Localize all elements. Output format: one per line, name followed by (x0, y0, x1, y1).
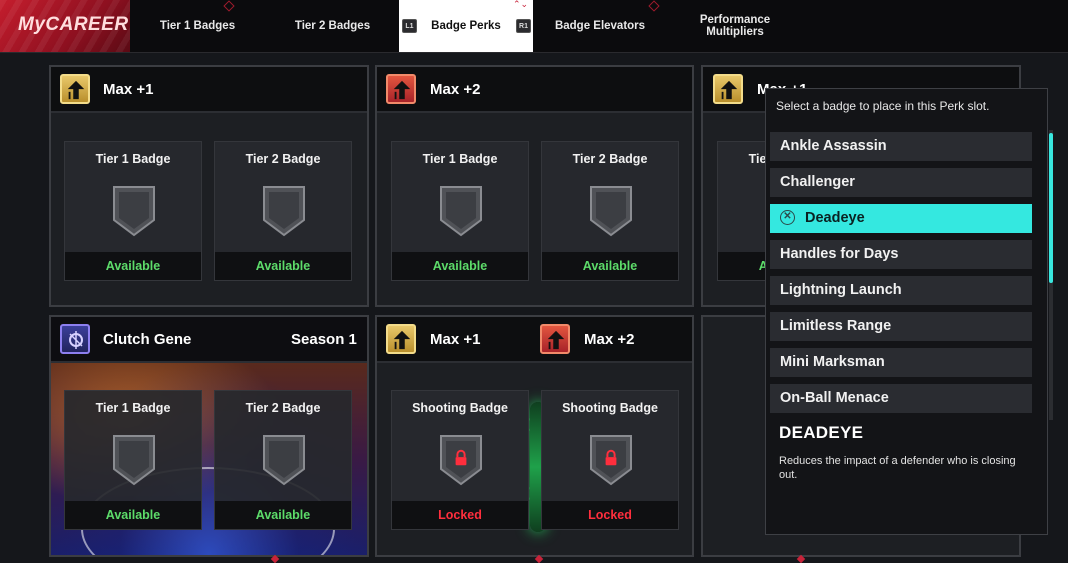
badge-slot-tier1[interactable]: Tier 1 Badge Available (64, 141, 202, 281)
tab-label: Badge Perks (431, 20, 501, 32)
red-arrow-up-icon (540, 324, 570, 354)
padlock-icon (452, 449, 470, 467)
clutch-gene-icon (60, 324, 90, 354)
l1-label: L1 (405, 22, 414, 30)
badge-option-handles-for-days[interactable]: Handles for Days (770, 240, 1032, 269)
panel-header: Clutch Gene Season 1 (51, 317, 367, 363)
badge-slot-tier2[interactable]: Tier 2 Badge Available (214, 141, 352, 281)
empty-shield-icon (111, 184, 157, 238)
tab-chevron-icon: ⌃⌄ (513, 0, 529, 9)
slot-status: Available (392, 252, 528, 280)
mycareer-logo: MyCAREER (0, 0, 130, 52)
gold-arrow-up-icon (386, 324, 416, 354)
slot-title: Tier 2 Badge (245, 401, 321, 415)
red-arrow-up-icon (386, 74, 416, 104)
l1-bumper-icon: L1 (402, 19, 417, 33)
badge-slot-tier1[interactable]: Tier 1 Badge Available (64, 390, 202, 530)
popup-instruction: Select a badge to place in this Perk slo… (776, 99, 990, 113)
slot-title: Tier 2 Badge (245, 152, 321, 166)
option-label: Lightning Launch (780, 282, 902, 298)
option-label: Limitless Range (780, 318, 892, 334)
badge-slot-tier2[interactable]: Tier 2 Badge Available (541, 141, 679, 281)
empty-shield-icon (261, 433, 307, 487)
season-label: Season 1 (291, 331, 357, 348)
tab-label: Performance Multipliers (699, 14, 771, 38)
slot-status: Available (542, 252, 678, 280)
tab-label: Badge Elevators (554, 20, 646, 32)
perk-panel-shooting: Max +1 Max +2 Shooting Badge Locked Shoo… (375, 315, 694, 557)
option-label: Ankle Assassin (780, 138, 887, 154)
panel-title: Max +1 (103, 81, 154, 98)
slot-title: Tier 2 Badge (572, 152, 648, 166)
empty-shield-icon (438, 184, 484, 238)
slot-title: Tier 1 Badge (422, 152, 498, 166)
tab-badge-elevators[interactable]: Badge Elevators (540, 0, 660, 52)
badge-option-deadeye[interactable]: ✕ Deadeye (770, 204, 1032, 233)
option-label: Deadeye (805, 210, 865, 226)
panel-title-secondary: Max +2 (584, 331, 635, 348)
panel-title: Max +2 (430, 81, 481, 98)
empty-shield-icon (588, 184, 634, 238)
tab-label: Tier 2 Badges (294, 20, 371, 32)
badge-option-lightning-launch[interactable]: Lightning Launch (770, 276, 1032, 305)
slot-status: Available (215, 252, 351, 280)
badge-slot-shooting-1[interactable]: Shooting Badge Locked (391, 390, 529, 530)
popup-scrollbar-thumb[interactable] (1049, 133, 1053, 283)
tab-tier2-badges[interactable]: Tier 2 Badges (275, 0, 390, 52)
empty-shield-icon (111, 433, 157, 487)
badge-option-ankle-assassin[interactable]: Ankle Assassin (770, 132, 1032, 161)
perk-panel-max-plus-2: Max +2 Tier 1 Badge Available Tier 2 Bad… (375, 65, 694, 307)
panel-header: Max +2 (377, 67, 692, 113)
panel-title: Clutch Gene (103, 331, 192, 348)
logo-text: MyCAREER (18, 14, 129, 35)
perk-panel-clutch-gene: Clutch Gene Season 1 Tier 1 Badge Availa… (49, 315, 369, 557)
badge-option-challenger[interactable]: Challenger (770, 168, 1032, 197)
option-label: On-Ball Menace (780, 390, 889, 406)
r1-label: R1 (519, 22, 528, 30)
badge-slot-tier2[interactable]: Tier 2 Badge Available (214, 390, 352, 530)
slot-title: Tier 1 Badge (95, 152, 171, 166)
gold-arrow-up-icon (713, 74, 743, 104)
slot-status: Locked (542, 501, 678, 529)
slot-title: Shooting Badge (412, 401, 508, 415)
option-label: Mini Marksman (780, 354, 885, 370)
slot-status: Available (215, 501, 351, 529)
badge-description-text: Reduces the impact of a defender who is … (779, 455, 1016, 481)
tab-tier1-badges[interactable]: Tier 1 Badges (140, 0, 255, 52)
slot-status: Available (65, 252, 201, 280)
gold-arrow-up-icon (60, 74, 90, 104)
badge-option-on-ball-menace[interactable]: On-Ball Menace (770, 384, 1032, 413)
badge-selection-popup: Select a badge to place in this Perk slo… (765, 88, 1048, 535)
tab-performance-multipliers[interactable]: Performance Multipliers (680, 0, 790, 52)
panel-header: Max +1 Max +2 (377, 317, 692, 363)
padlock-icon (602, 449, 620, 467)
badge-option-mini-marksman[interactable]: Mini Marksman (770, 348, 1032, 377)
top-navigation-bar: MyCAREER Tier 1 Badges Tier 2 Badges Bad… (0, 0, 1068, 53)
panel-title: Max +1 (430, 331, 481, 348)
r1-bumper-icon: R1 (516, 19, 531, 33)
option-label: Handles for Days (780, 246, 899, 262)
option-label: Challenger (780, 174, 855, 190)
slot-status: Locked (392, 501, 528, 529)
empty-shield-icon (261, 184, 307, 238)
badge-slot-tier1[interactable]: Tier 1 Badge Available (391, 141, 529, 281)
panel-header: Max +1 (51, 67, 367, 113)
badge-description-title: DEADEYE (779, 423, 864, 442)
slot-title: Tier 1 Badge (95, 401, 171, 415)
cross-button-icon: ✕ (780, 210, 795, 225)
slot-status: Available (65, 501, 201, 529)
tab-label: Tier 1 Badges (159, 20, 236, 32)
badge-option-limitless-range[interactable]: Limitless Range (770, 312, 1032, 341)
badge-slot-shooting-2[interactable]: Shooting Badge Locked (541, 390, 679, 530)
slot-title: Shooting Badge (562, 401, 658, 415)
perk-panel-max-plus-1: Max +1 Tier 1 Badge Available Tier 2 Bad… (49, 65, 369, 307)
